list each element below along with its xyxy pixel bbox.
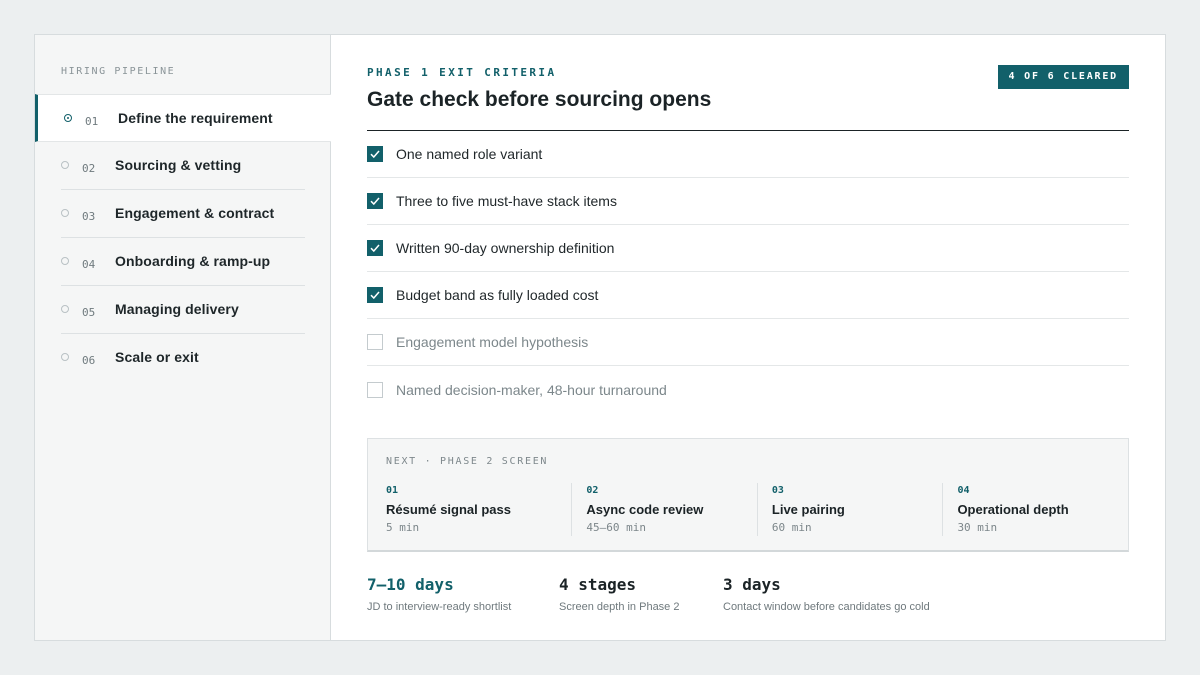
checklist-label: Named decision-maker, 48-hour turnaround [396, 381, 667, 398]
check-icon [370, 244, 380, 253]
check-icon [370, 291, 380, 300]
sidebar-item-label: Onboarding & ramp-up [115, 253, 271, 269]
page-title: Gate check before sourcing opens [367, 88, 712, 111]
stat-value: 3 days [723, 575, 781, 594]
stat-description: Screen depth in Phase 2 [559, 601, 680, 613]
stat-value: 4 stages [559, 575, 637, 594]
sidebar-item-label: Define the requirement [118, 110, 273, 126]
stage-duration: 60 min [771, 521, 812, 534]
checklist: One named role variant Three to five mus… [367, 131, 1129, 413]
stage-number: 03 [771, 485, 784, 496]
stage-name: Async code review [586, 502, 704, 517]
stage-number: 04 [957, 485, 970, 496]
stage-name: Résumé signal pass [386, 502, 511, 517]
checklist-item[interactable]: Written 90-day ownership definition [367, 225, 1129, 272]
checkbox-checked[interactable] [367, 193, 383, 209]
checklist-label: One named role variant [396, 146, 543, 162]
check-icon [370, 150, 380, 159]
stage-duration: 45–60 min [586, 521, 646, 534]
dot-icon [61, 353, 69, 361]
check-icon [370, 197, 380, 206]
sidebar-item-label: Managing delivery [115, 301, 239, 317]
dot-icon [61, 257, 69, 265]
stage-name: Operational depth [957, 502, 1069, 517]
stage-item: 03 Live pairing 60 min [756, 483, 943, 536]
stage-number: 02 [586, 485, 599, 496]
sidebar-item-managing-delivery[interactable]: 05 Managing delivery [35, 286, 331, 334]
sidebar-item-label: Scale or exit [115, 349, 199, 365]
sidebar-item-number: 02 [82, 162, 96, 175]
sidebar-item-scale-or-exit[interactable]: 06 Scale or exit [35, 334, 331, 382]
dot-icon [61, 209, 69, 217]
sidebar: HIRING PIPELINE 01 Define the requiremen… [35, 35, 331, 640]
sidebar-item-number: 04 [82, 258, 96, 271]
sidebar-eyebrow: HIRING PIPELINE [61, 66, 176, 77]
checkbox-checked[interactable] [367, 287, 383, 303]
stat-description: JD to interview-ready shortlist [367, 601, 512, 613]
stage-number: 01 [386, 485, 399, 496]
checklist-item[interactable]: Budget band as fully loaded cost [367, 272, 1129, 319]
dot-icon [61, 305, 69, 313]
main-panel: PHASE 1 EXIT CRITERIA Gate check before … [331, 35, 1165, 640]
checklist-label: Budget band as fully loaded cost [396, 287, 599, 303]
active-dot-icon [64, 114, 72, 122]
app-frame: HIRING PIPELINE 01 Define the requiremen… [34, 34, 1166, 641]
stat-screen-depth: 4 stages Screen depth in Phase 2 [559, 575, 679, 613]
checklist-label: Engagement model hypothesis [396, 334, 589, 350]
stat-description: Contact window before candidates go cold [723, 601, 930, 613]
sidebar-item-label: Sourcing & vetting [115, 157, 242, 173]
stat-value: 7–10 days [367, 575, 454, 594]
next-phase-panel: NEXT · PHASE 2 SCREEN 01 Résumé signal p… [367, 438, 1129, 552]
sidebar-item-define-requirement[interactable]: 01 Define the requirement [35, 94, 331, 142]
checkbox-unchecked[interactable] [367, 381, 383, 398]
checkbox-checked[interactable] [367, 240, 383, 256]
sidebar-item-label: Engagement & contract [115, 205, 275, 221]
checkbox-unchecked[interactable] [367, 334, 383, 350]
sidebar-item-sourcing-vetting[interactable]: 02 Sourcing & vetting [35, 142, 331, 190]
checklist-label: Three to five must-have stack items [396, 193, 617, 209]
checkbox-checked[interactable] [367, 146, 383, 162]
stage-list: 01 Résumé signal pass 5 min 02 Async cod… [386, 483, 1128, 536]
sidebar-item-engagement-contract[interactable]: 03 Engagement & contract [35, 190, 331, 238]
stat-shortlist-time: 7–10 days JD to interview-ready shortlis… [367, 575, 511, 613]
stat-contact-window: 3 days Contact window before candidates … [723, 575, 930, 613]
sidebar-list: 01 Define the requirement 02 Sourcing & … [35, 94, 331, 382]
checklist-item[interactable]: Three to five must-have stack items [367, 178, 1129, 225]
sidebar-item-number: 03 [82, 210, 96, 223]
stage-item: 02 Async code review 45–60 min [571, 483, 757, 536]
stage-name: Live pairing [771, 502, 845, 517]
status-badge: 4 OF 6 CLEARED [997, 65, 1129, 89]
checklist-item[interactable]: One named role variant [367, 131, 1129, 178]
stage-duration: 5 min [386, 521, 420, 534]
sidebar-item-number: 05 [82, 306, 96, 319]
section-eyebrow: PHASE 1 EXIT CRITERIA [367, 66, 557, 79]
dot-icon [61, 161, 69, 169]
stage-item: 04 Operational depth 30 min [942, 483, 1128, 536]
stage-item: 01 Résumé signal pass 5 min [386, 483, 571, 536]
checklist-item[interactable]: Engagement model hypothesis [367, 319, 1129, 366]
checklist-label: Written 90-day ownership definition [396, 240, 615, 256]
sidebar-item-onboarding-ramp-up[interactable]: 04 Onboarding & ramp-up [35, 238, 331, 286]
stage-duration: 30 min [957, 521, 998, 534]
sidebar-item-number: 01 [85, 115, 99, 128]
checklist-item[interactable]: Named decision-maker, 48-hour turnaround [367, 366, 1129, 413]
next-phase-eyebrow: NEXT · PHASE 2 SCREEN [386, 456, 549, 467]
sidebar-item-number: 06 [82, 354, 96, 367]
